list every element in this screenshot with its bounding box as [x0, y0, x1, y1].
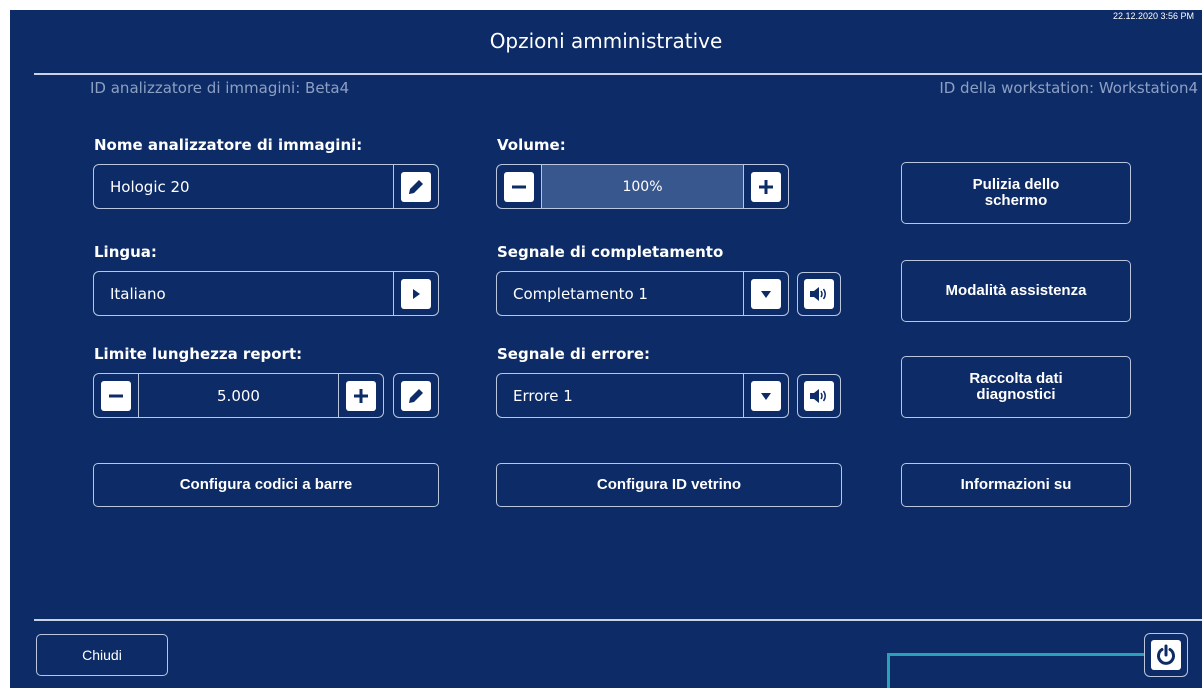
close-button[interactable]: Chiudi	[36, 634, 168, 676]
plus-icon	[346, 380, 376, 411]
about-button[interactable]: Informazioni su	[901, 463, 1131, 507]
error-signal-dropdown-button[interactable]	[743, 374, 788, 417]
footer-divider	[34, 619, 1202, 621]
speaker-icon	[804, 381, 834, 411]
plus-icon	[751, 171, 781, 202]
callout-line-vertical	[887, 653, 890, 688]
volume-track: 100%	[542, 165, 743, 208]
timestamp: 22.12.2020 3:56 PM	[1112, 11, 1194, 21]
report-limit-minus-button[interactable]	[94, 374, 139, 417]
volume-plus-button[interactable]	[743, 165, 788, 208]
completion-signal-select[interactable]: Completamento 1	[496, 271, 789, 316]
language-field[interactable]: Italiano	[93, 271, 439, 316]
language-label: Lingua:	[94, 243, 157, 261]
report-limit-value: 5.000	[217, 386, 260, 405]
power-icon	[1151, 640, 1181, 670]
report-limit-edit-button[interactable]	[393, 373, 439, 418]
report-limit-plus-button[interactable]	[338, 374, 383, 417]
completion-signal-play-button[interactable]	[797, 272, 841, 316]
language-arrow-button[interactable]	[393, 272, 438, 315]
error-signal-value: Errore 1	[513, 386, 573, 405]
screen-cleaning-button[interactable]: Pulizia dello schermo	[901, 162, 1131, 224]
diagnostic-data-button[interactable]: Raccolta dati diagnostici	[901, 356, 1131, 418]
header-divider	[34, 73, 1202, 75]
report-limit-label: Limite lunghezza report:	[94, 345, 303, 363]
chevron-down-icon	[751, 278, 781, 309]
arrow-right-icon	[401, 278, 431, 309]
report-limit-stepper[interactable]: 5.000	[93, 373, 384, 418]
admin-options-screen: 22.12.2020 3:56 PM Opzioni amministrativ…	[10, 10, 1202, 688]
minus-icon	[101, 380, 131, 411]
speaker-icon	[804, 279, 834, 309]
pencil-icon	[401, 171, 431, 202]
page-title: Opzioni amministrative	[489, 29, 723, 53]
workstation-id: ID della workstation: Workstation4	[939, 79, 1198, 97]
configure-slide-id-button[interactable]: Configura ID vetrino	[496, 463, 842, 507]
analyzer-id: ID analizzatore di immagini: Beta4	[90, 79, 350, 97]
completion-signal-dropdown-button[interactable]	[743, 272, 788, 315]
error-signal-play-button[interactable]	[797, 374, 841, 418]
configure-barcodes-button[interactable]: Configura codici a barre	[93, 463, 439, 507]
volume-stepper[interactable]: 100%	[496, 164, 789, 209]
completion-signal-value: Completamento 1	[513, 284, 648, 303]
language-value: Italiano	[110, 284, 166, 303]
callout-line	[887, 653, 1145, 656]
volume-label: Volume:	[497, 136, 566, 154]
error-signal-label: Segnale di errore:	[497, 345, 650, 363]
volume-minus-button[interactable]	[497, 165, 542, 208]
analyzer-name-field[interactable]: Hologic 20	[93, 164, 439, 209]
chevron-down-icon	[751, 380, 781, 411]
analyzer-name-value: Hologic 20	[110, 177, 190, 196]
analyzer-name-label: Nome analizzatore di immagini:	[94, 136, 363, 154]
error-signal-select[interactable]: Errore 1	[496, 373, 789, 418]
pencil-icon	[401, 380, 431, 411]
power-button[interactable]	[1144, 633, 1188, 677]
analyzer-name-edit-button[interactable]	[393, 165, 438, 208]
completion-signal-label: Segnale di completamento	[497, 243, 724, 261]
volume-value: 100%	[622, 178, 663, 195]
minus-icon	[504, 171, 534, 202]
service-mode-button[interactable]: Modalità assistenza	[901, 260, 1131, 322]
